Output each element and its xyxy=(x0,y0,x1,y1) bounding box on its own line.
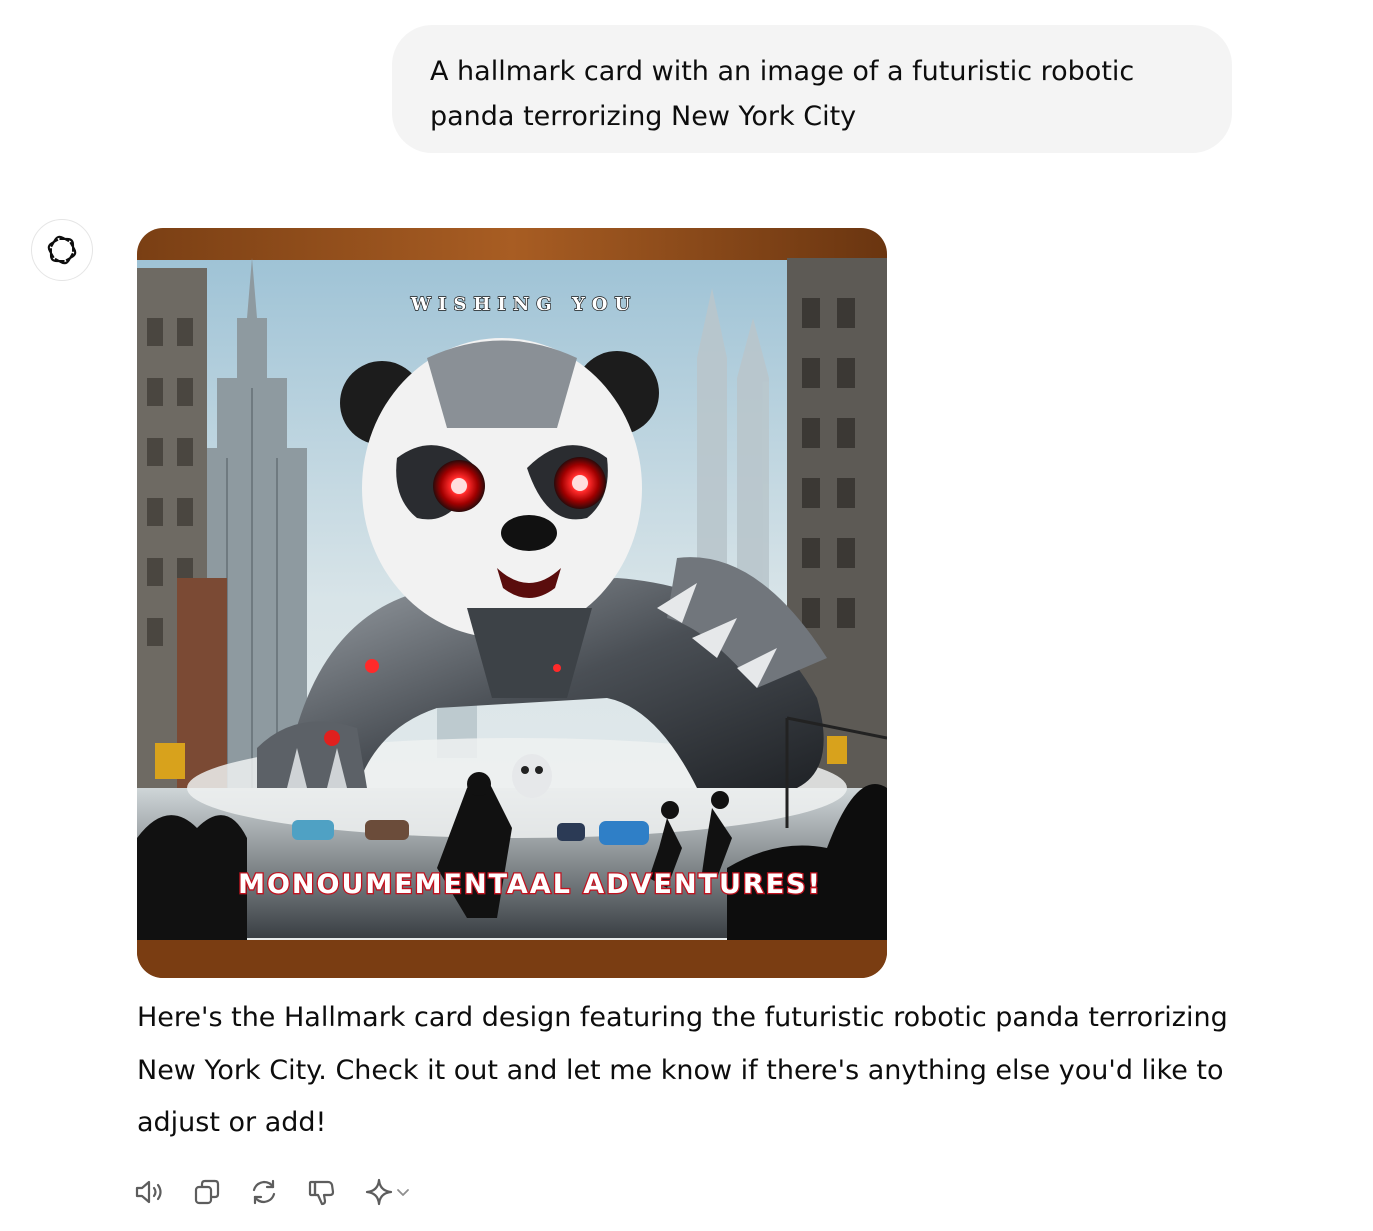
user-message-text: A hallmark card with an image of a futur… xyxy=(430,56,1135,132)
read-aloud-button[interactable] xyxy=(130,1172,170,1212)
assistant-message-text: Here's the Hallmark card design featurin… xyxy=(137,992,1247,1150)
card-artwork: WISHING YOU MONOUMEMENTAAL ADVENTURES! xyxy=(137,258,887,940)
message-action-bar xyxy=(130,1172,418,1212)
regenerate-icon xyxy=(252,1179,276,1205)
copy-icon xyxy=(194,1179,220,1205)
copy-button[interactable] xyxy=(187,1172,227,1212)
regenerate-button[interactable] xyxy=(244,1172,284,1212)
sparkle-model-icon xyxy=(365,1178,393,1206)
speaker-icon xyxy=(135,1180,162,1204)
assistant-message-body: Here's the Hallmark card design featurin… xyxy=(137,1002,1228,1138)
thumbs-down-icon xyxy=(308,1180,335,1206)
chevron-down-icon xyxy=(397,1189,409,1196)
change-model-button[interactable] xyxy=(358,1172,418,1212)
assistant-avatar xyxy=(31,219,93,281)
user-message-bubble: A hallmark card with an image of a futur… xyxy=(392,25,1232,153)
card-top-text: WISHING YOU xyxy=(410,294,637,315)
generated-card-image[interactable]: WISHING YOU MONOUMEMENTAAL ADVENTURES! xyxy=(137,228,887,978)
openai-logo-icon xyxy=(47,235,77,265)
card-bottom-text: MONOUMEMENTAAL ADVENTURES! xyxy=(238,869,822,900)
bad-response-button[interactable] xyxy=(301,1172,341,1212)
